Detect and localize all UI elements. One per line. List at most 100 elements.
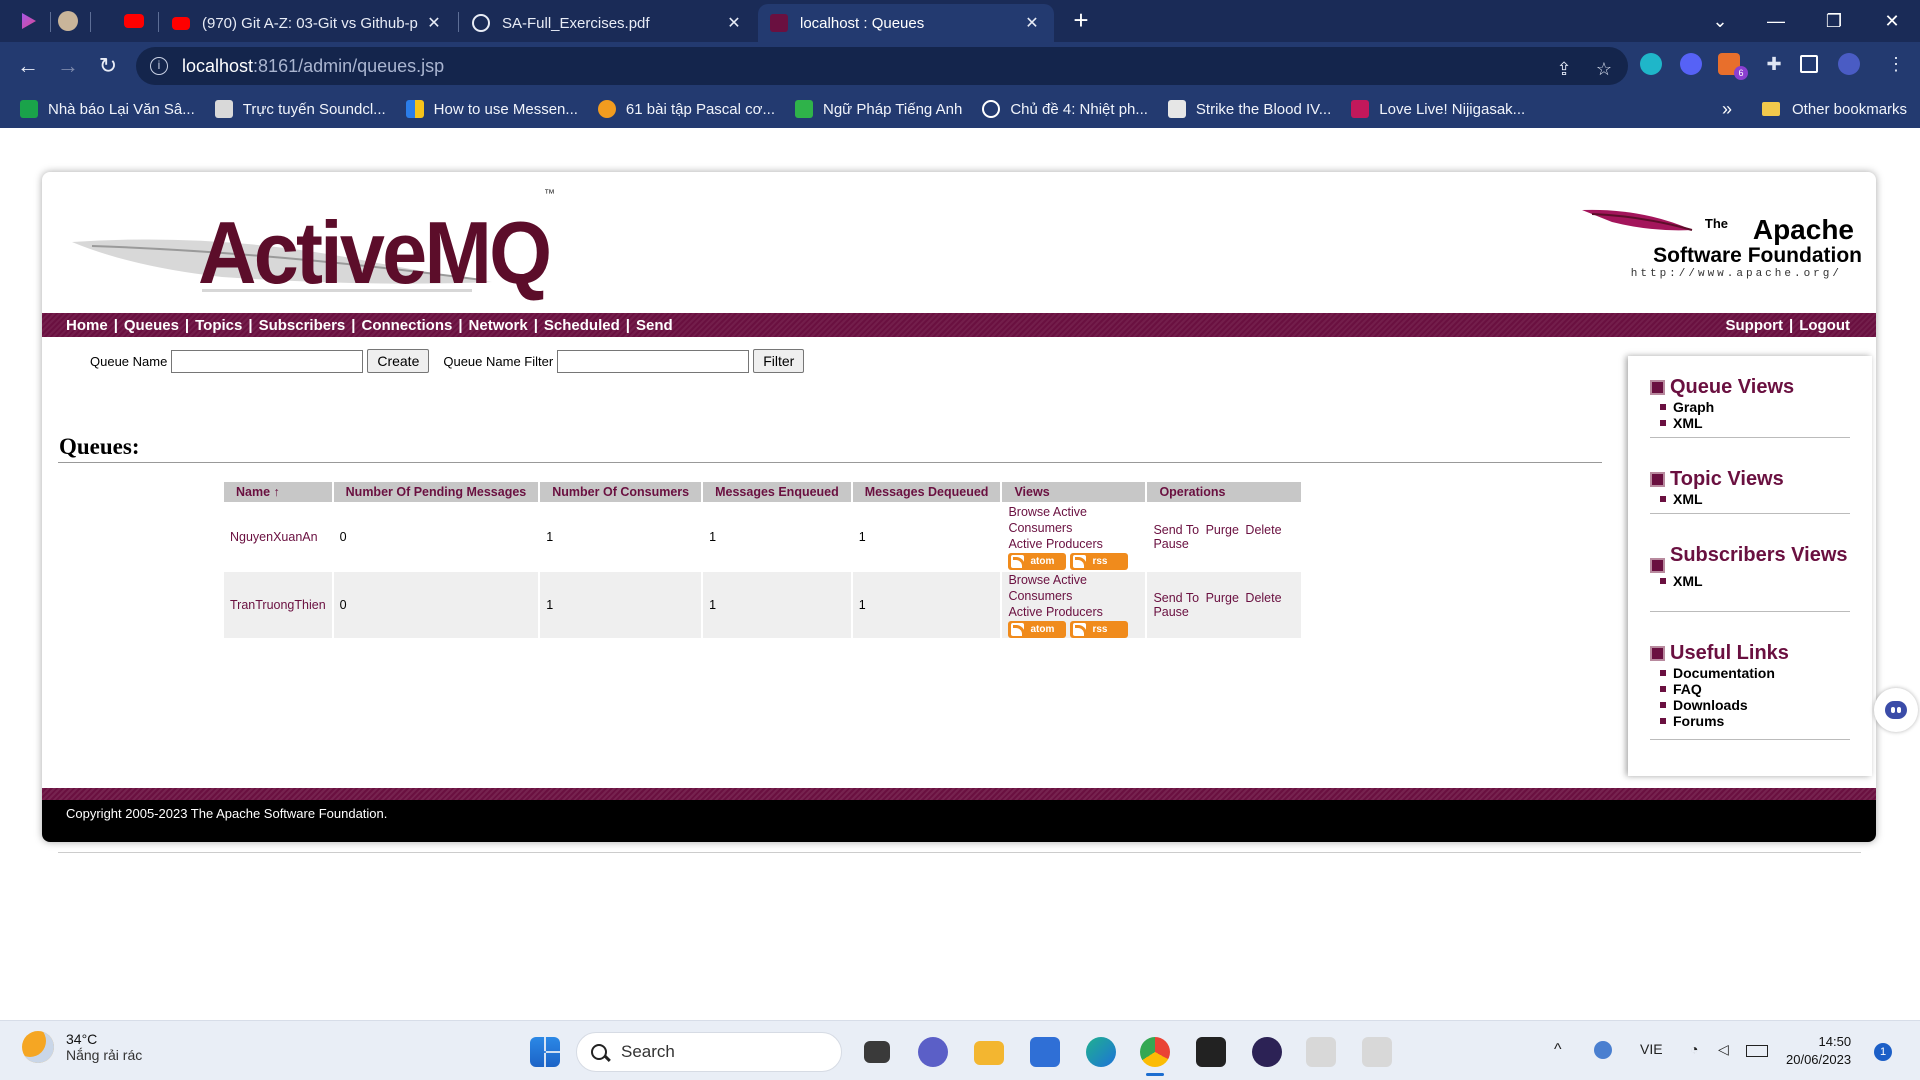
menu-home[interactable]: Home	[66, 317, 108, 334]
bookmark-item[interactable]: Ngữ Pháp Tiếng Anh	[795, 100, 962, 118]
share-icon[interactable]: ⇪	[1550, 55, 1578, 83]
terminal-icon[interactable]	[1196, 1037, 1226, 1067]
wifi-icon[interactable]: ◔	[1690, 1041, 1698, 1057]
side-panel-icon[interactable]	[1800, 55, 1818, 73]
col-pending[interactable]: Number Of Pending Messages	[333, 482, 539, 502]
translate-extension-icon[interactable]	[1640, 53, 1662, 75]
purge-link[interactable]: Purge	[1206, 523, 1239, 537]
address-bar[interactable]: i localhost:8161/admin/queues.jsp ⇪ ☆	[136, 47, 1628, 85]
pause-link[interactable]: Pause	[1153, 605, 1188, 619]
create-button[interactable]: Create	[367, 349, 430, 373]
pause-link[interactable]: Pause	[1153, 537, 1188, 551]
bookmarks-more-button[interactable]: »	[1722, 90, 1732, 128]
menu-icon[interactable]: ⋮	[1882, 50, 1910, 78]
discord-extension-icon[interactable]	[1680, 53, 1702, 75]
bookmark-item[interactable]: Chủ đề 4: Nhiệt ph...	[982, 100, 1148, 118]
minimize-icon[interactable]: —	[1756, 6, 1796, 36]
tab-youtube-git[interactable]: (970) Git A-Z: 03-Git vs Github-p ✕	[160, 4, 456, 42]
edge-icon[interactable]	[1086, 1037, 1116, 1067]
bookmark-star-icon[interactable]: ☆	[1590, 55, 1618, 83]
sidebar-link-topic-xml[interactable]: XML	[1660, 491, 1850, 507]
bookmark-item[interactable]: Trực tuyến Soundcl...	[214, 100, 386, 118]
taskbar-search[interactable]: Search	[576, 1032, 842, 1072]
new-tab-button[interactable]: +	[1068, 7, 1094, 34]
volume-icon[interactable]: ◁	[1718, 1041, 1729, 1058]
menu-support[interactable]: Support	[1725, 317, 1783, 334]
delete-link[interactable]: Delete	[1245, 591, 1281, 605]
task-view-icon[interactable]	[864, 1041, 890, 1063]
menu-scheduled[interactable]: Scheduled	[544, 317, 620, 334]
chat-icon[interactable]	[918, 1037, 948, 1067]
windows-start-icon[interactable]	[530, 1037, 560, 1067]
col-dequeued[interactable]: Messages Dequeued	[852, 482, 1001, 502]
activemq-logo[interactable]: ActiveMQ	[72, 192, 552, 312]
sidebar-link-downloads[interactable]: Downloads	[1660, 697, 1850, 713]
active-producers-link[interactable]: Active Producers	[1008, 605, 1102, 619]
notification-badge[interactable]: 1	[1874, 1043, 1892, 1061]
bookmark-item[interactable]: Strike the Blood IV...	[1167, 100, 1331, 118]
close-icon[interactable]: ✕	[424, 13, 444, 33]
col-name[interactable]: Name ↑	[224, 482, 332, 502]
filter-button[interactable]: Filter	[753, 349, 805, 373]
send-to-link[interactable]: Send To	[1153, 591, 1199, 605]
network-globe-icon[interactable]	[1594, 1041, 1612, 1059]
chevron-up-icon[interactable]: ^	[1554, 1041, 1562, 1059]
language-indicator[interactable]: VIE	[1640, 1041, 1663, 1057]
forward-icon[interactable]: →	[52, 50, 84, 82]
bookmark-item[interactable]: Love Live! Nijigasak...	[1351, 100, 1525, 118]
sidebar-link-queue-xml[interactable]: XML	[1660, 415, 1850, 431]
menu-queues[interactable]: Queues	[124, 317, 179, 334]
window-close-icon[interactable]: ✕	[1872, 6, 1912, 36]
file-explorer-icon[interactable]	[974, 1041, 1004, 1065]
col-enqueued[interactable]: Messages Enqueued	[703, 482, 851, 502]
restore-icon[interactable]: ❐	[1814, 6, 1854, 36]
menu-logout[interactable]: Logout	[1799, 317, 1850, 334]
rss-feed-button[interactable]: rss	[1070, 553, 1129, 570]
atom-feed-button[interactable]: atom	[1008, 621, 1067, 638]
close-icon[interactable]: ✕	[724, 13, 744, 33]
menu-topics[interactable]: Topics	[195, 317, 242, 334]
sidebar-link-forums[interactable]: Forums	[1660, 713, 1850, 729]
bookmark-item[interactable]: 61 bài tập Pascal cơ...	[597, 100, 775, 118]
bookmark-item[interactable]: How to use Messen...	[405, 100, 578, 118]
sidebar-link-faq[interactable]: FAQ	[1660, 681, 1850, 697]
browse-link[interactable]: Browse	[1008, 573, 1050, 587]
active-producers-link[interactable]: Active Producers	[1008, 537, 1102, 551]
clock[interactable]: 14:50 20/06/2023	[1786, 1033, 1851, 1069]
weather-widget[interactable]: 34°C Nắng rải rác	[22, 1031, 142, 1063]
pinned-tab-1[interactable]	[8, 6, 48, 36]
queue-filter-input[interactable]	[557, 349, 750, 373]
bookmark-item[interactable]: Nhà báo Lại Văn Sâ...	[20, 100, 195, 118]
close-icon[interactable]: ✕	[1022, 13, 1042, 33]
atom-feed-button[interactable]: atom	[1008, 553, 1067, 570]
floating-assistant-button[interactable]	[1874, 688, 1918, 732]
col-operations[interactable]: Operations	[1147, 482, 1302, 502]
delete-link[interactable]: Delete	[1245, 523, 1281, 537]
col-consumers[interactable]: Number Of Consumers	[540, 482, 702, 502]
sidebar-link-subscribers-xml[interactable]: XML	[1660, 573, 1850, 589]
eclipse-icon[interactable]	[1252, 1037, 1282, 1067]
puzzle-icon[interactable]: ✚	[1760, 50, 1788, 78]
sidebar-link-documentation[interactable]: Documentation	[1660, 665, 1850, 681]
chrome-icon[interactable]	[1140, 1037, 1170, 1067]
col-views[interactable]: Views	[1002, 482, 1146, 502]
java-app-icon-2[interactable]	[1362, 1037, 1392, 1067]
site-info-icon[interactable]: i	[150, 57, 168, 75]
send-to-link[interactable]: Send To	[1153, 523, 1199, 537]
rss-feed-button[interactable]: rss	[1070, 621, 1129, 638]
battery-icon[interactable]	[1746, 1045, 1768, 1057]
pinned-tab-3[interactable]	[114, 6, 154, 36]
profile-avatar[interactable]	[1838, 53, 1860, 75]
tab-localhost-queues[interactable]: localhost : Queues ✕	[758, 4, 1054, 42]
other-bookmarks[interactable]: Other bookmarks	[1762, 90, 1907, 128]
tab-sa-exercises[interactable]: SA-Full_Exercises.pdf ✕	[460, 4, 756, 42]
pinned-tab-2[interactable]	[48, 6, 88, 36]
queue-name-link[interactable]: TranTruongThien	[230, 598, 326, 612]
reload-icon[interactable]: ↻	[92, 50, 124, 82]
queue-name-link[interactable]: NguyenXuanAn	[230, 530, 318, 544]
menu-send[interactable]: Send	[636, 317, 673, 334]
store-icon[interactable]	[1030, 1037, 1060, 1067]
menu-network[interactable]: Network	[469, 317, 528, 334]
browse-link[interactable]: Browse	[1008, 505, 1050, 519]
queue-name-input[interactable]	[171, 349, 364, 373]
